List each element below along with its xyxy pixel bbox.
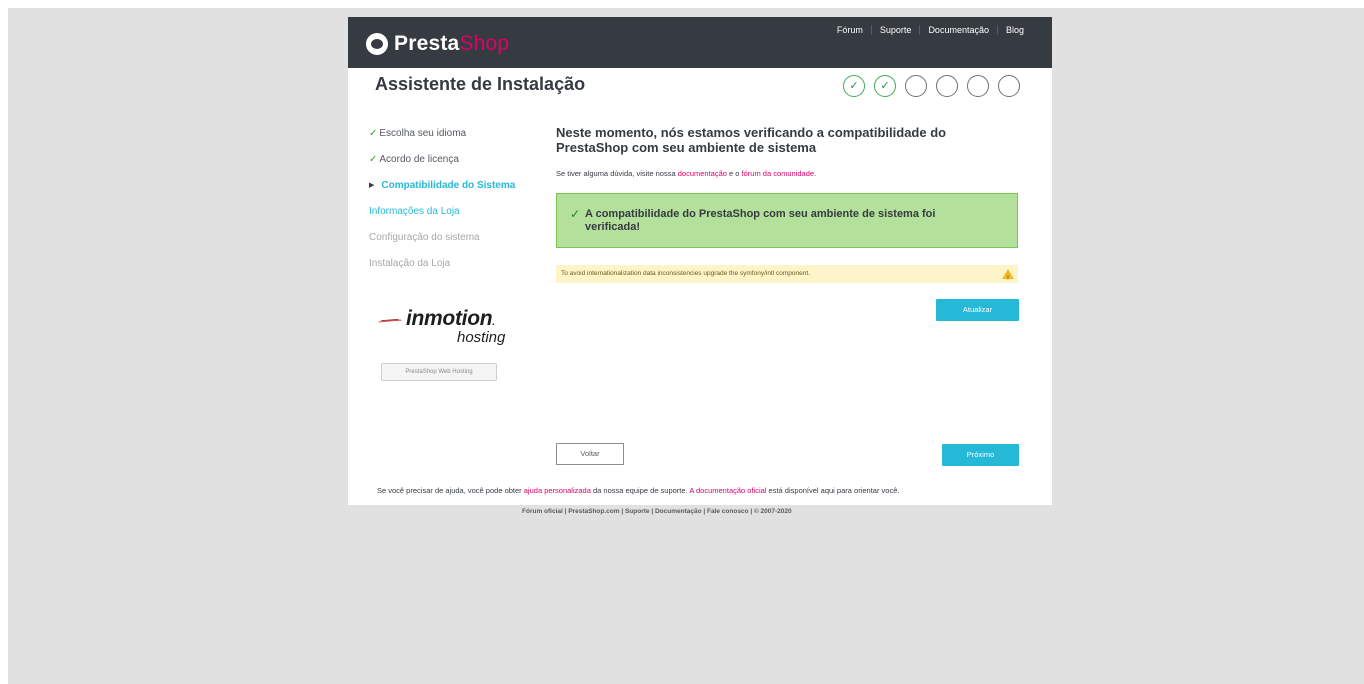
nav-support-link[interactable]: Suporte (870, 25, 920, 35)
sidebar-item-store-install: Instalação da Loja (369, 257, 539, 283)
success-alert: ✓ A compatibilidade do PrestaShop com se… (556, 193, 1018, 248)
personalized-help-link[interactable]: ajuda personalizada (524, 486, 591, 495)
sidebar: ✓ Escolha seu idioma ✓ Acordo de licença ▶… (369, 127, 539, 283)
footer-links: Fórum oficial | PrestaShop.com | Suporte… (522, 508, 792, 515)
prestashop-logo[interactable]: PrestaShop (366, 32, 509, 56)
official-docs-link[interactable]: A documentação oficial (689, 486, 766, 495)
step-circle-5 (967, 75, 989, 97)
top-nav: Fórum Suporte Documentação Blog (829, 25, 1032, 35)
sidebar-item-label: Acordo de licença (379, 154, 459, 165)
nav-forum-link[interactable]: Fórum (829, 25, 871, 35)
checkmark-icon: ✓ (369, 154, 378, 165)
community-forum-link[interactable]: fórum da comunidade (742, 169, 815, 178)
inmotion-word: inmotion. (406, 307, 495, 330)
step-circle-4 (936, 75, 958, 97)
help-text: Se você precisar de ajuda, você pode obt… (377, 486, 900, 495)
step-circle-6 (998, 75, 1020, 97)
caret-right-icon: ▶ (369, 182, 375, 189)
nav-blog-link[interactable]: Blog (996, 25, 1032, 35)
sidebar-item-store-info: Informações da Loja (369, 205, 539, 231)
sidebar-item-label: Instalação da Loja (369, 258, 451, 269)
warning-triangle-icon (1002, 269, 1014, 288)
sidebar-item-label: Compatibilidade do Sistema (381, 180, 516, 191)
step-circle-2: ✓ (874, 75, 896, 97)
success-check-icon: ✓ (570, 207, 581, 221)
web-hosting-button[interactable]: PrestaShop Web Hosting (381, 363, 497, 381)
checkmark-icon: ✓ (369, 128, 378, 139)
prestashop-puffin-icon (366, 33, 388, 55)
swoosh-icon (378, 319, 402, 323)
logo-text: PrestaShop (394, 32, 509, 56)
page-background: PrestaShop Fórum Suporte Documentação Bl… (8, 8, 1364, 684)
main-content: Neste momento, nós estamos verificando a… (556, 125, 1020, 466)
page-title: Assistente de Instalação (375, 74, 586, 94)
installer-card: PrestaShop Fórum Suporte Documentação Bl… (348, 17, 1052, 505)
top-header: PrestaShop Fórum Suporte Documentação Bl… (348, 17, 1052, 68)
update-button[interactable]: Atualizar (936, 299, 1019, 321)
documentation-link[interactable]: documentação (678, 169, 727, 178)
success-message: A compatibilidade do PrestaShop com seu … (585, 208, 936, 233)
sidebar-item-label: Informações da Loja (369, 206, 460, 217)
help-info-text: Se tiver alguma dúvida, visite nossa doc… (556, 169, 817, 178)
nav-docs-link[interactable]: Documentação (919, 25, 997, 35)
warning-alert: To avoid internationalization data incon… (556, 265, 1018, 288)
step-circle-1: ✓ (843, 75, 865, 97)
step-circle-3 (905, 75, 927, 97)
next-button[interactable]: Próximo (942, 444, 1019, 466)
sidebar-item-license: ✓ Acordo de licença (369, 153, 539, 179)
logo-presta: Presta (394, 32, 460, 55)
sidebar-item-label: Escolha seu idioma (379, 128, 467, 139)
sidebar-item-language: ✓ Escolha seu idioma (369, 127, 539, 153)
sidebar-item-system-config: Configuração do sistema (369, 231, 539, 257)
sidebar-item-compatibility: ▶ Compatibilidade do Sistema (369, 179, 539, 205)
warning-message: To avoid internationalization data incon… (561, 270, 810, 277)
progress-steps: ✓ ✓ (843, 75, 1029, 97)
logo-shop: Shop (459, 32, 510, 55)
back-button[interactable]: Voltar (556, 443, 624, 465)
main-heading: Neste momento, nós estamos verificando a… (556, 125, 947, 155)
sidebar-item-label: Configuração do sistema (369, 232, 480, 243)
inmotion-hosting-word: hosting (457, 329, 506, 346)
